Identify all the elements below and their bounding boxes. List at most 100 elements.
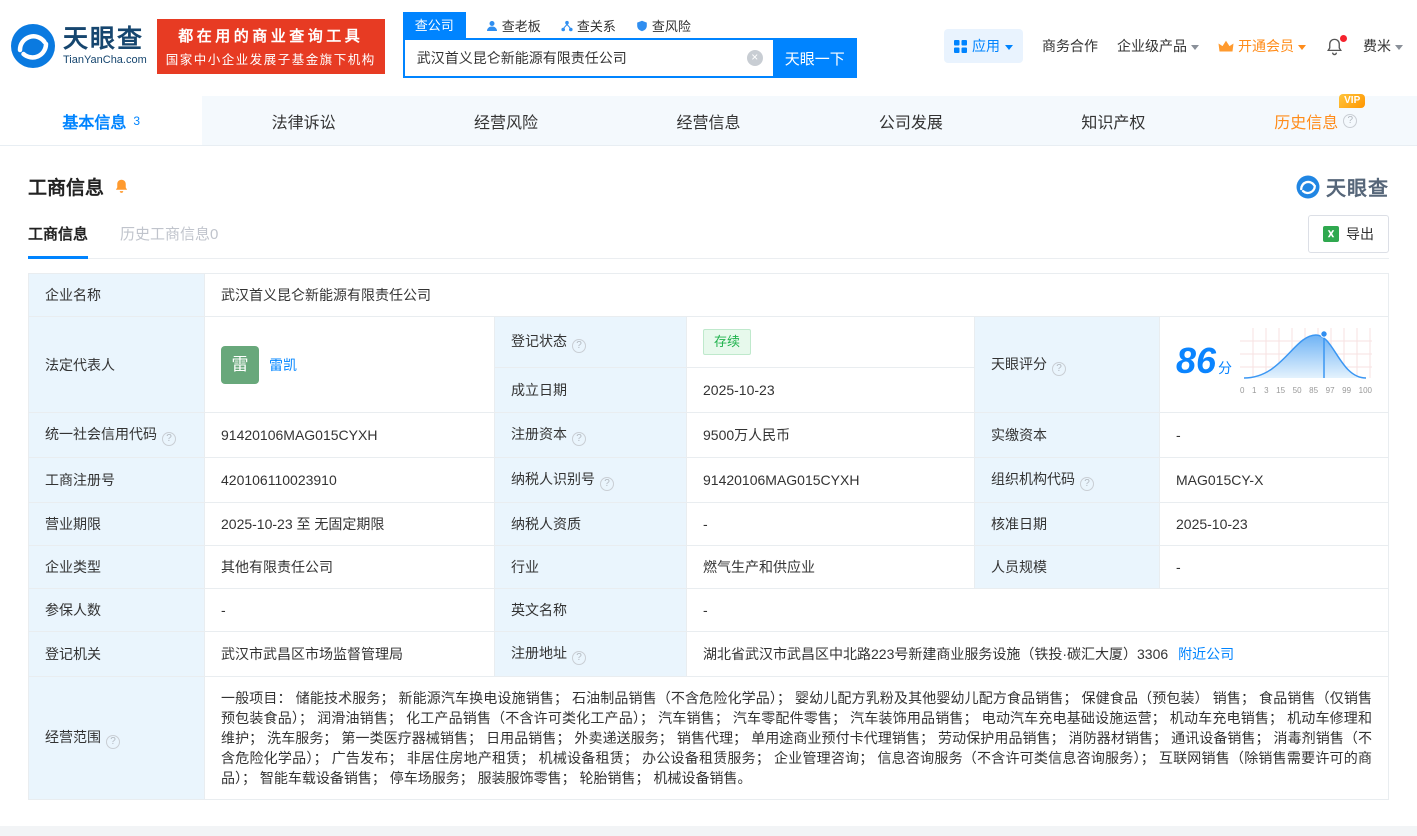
search-tab-risk[interactable]: 查风险 (636, 16, 691, 38)
help-icon[interactable] (600, 477, 614, 491)
tianyancha-mark-icon (1296, 175, 1320, 198)
clear-search-icon[interactable] (746, 50, 763, 66)
crown-icon (1218, 40, 1234, 51)
link-business-cooperation[interactable]: 商务合作 (1042, 36, 1098, 56)
logo-subtitle: TianYanCha.com (63, 53, 147, 66)
chevron-down-icon (1005, 44, 1013, 50)
grid-icon (954, 39, 967, 53)
value-insured-count: - (204, 588, 495, 632)
table-row: 参保人数 - 英文名称 - (28, 588, 1389, 632)
label-credit-code: 统一社会信用代码 (28, 412, 205, 458)
help-icon[interactable] (162, 432, 176, 446)
help-icon[interactable] (1343, 113, 1358, 128)
label-english-name: 英文名称 (494, 588, 687, 632)
nearby-companies-link[interactable]: 附近公司 (1178, 646, 1234, 662)
subtab-business-info[interactable]: 工商信息 (28, 209, 89, 259)
tianyancha-logo[interactable]: 天眼查 TianYanCha.com (10, 23, 147, 69)
table-row: 法定代表人 雷 雷凯 登记状态 存续 天眼评分 86分 (28, 315, 1389, 413)
label-staff-size: 人员规模 (974, 545, 1160, 589)
value-business-term: 2025-10-23 至 无固定期限 (204, 502, 495, 546)
notification-dot (1340, 34, 1347, 42)
help-icon[interactable] (572, 339, 586, 354)
notifications-bell-icon[interactable] (1325, 34, 1347, 56)
legal-rep-link[interactable]: 雷凯 (269, 355, 297, 375)
value-org-code: MAG015CY-X (1159, 457, 1389, 503)
search-tab-boss[interactable]: 查老板 (486, 16, 541, 38)
username: 费米 (1363, 38, 1391, 54)
network-icon (561, 20, 573, 31)
subtab-history-business-info[interactable]: 历史工商信息0 (120, 209, 218, 258)
tab-history-info[interactable]: 历史信息 VIP (1215, 93, 1417, 145)
page-title: 工商信息 (28, 178, 105, 199)
avatar: 雷 (221, 345, 259, 384)
label-reg-capital: 注册资本 (494, 412, 687, 458)
chevron-down-icon (1395, 44, 1403, 50)
label-score: 天眼评分 (974, 316, 1160, 413)
value-business-scope: 一般项目： 储能技术服务； 新能源汽车换电设施销售； 石油制品销售（不含危险化学… (204, 676, 1389, 800)
score-chart: 0 1 3 15 50 85 97 99 100 (1240, 328, 1372, 401)
subtab-row: 工商信息 历史工商信息0 导出 (28, 209, 1389, 259)
value-industry: 燃气生产和供应业 (686, 545, 975, 589)
value-company-type: 其他有限责任公司 (204, 545, 495, 589)
tab-intellectual-property[interactable]: 知识产权 (1012, 96, 1214, 145)
label-org-code: 组织机构代码 (974, 457, 1160, 503)
label-company-type: 企业类型 (28, 545, 205, 589)
label-taxpayer-id: 纳税人识别号 (494, 457, 687, 503)
section-header: 工商信息 天眼查 (28, 172, 1389, 201)
vip-badge: VIP (1339, 93, 1366, 108)
score-unit: 分 (1218, 360, 1233, 376)
search-tab-relation[interactable]: 查关系 (561, 16, 616, 38)
apps-button[interactable]: 应用 (944, 29, 1023, 63)
value-taxpayer-id: 91420106MAG015CYXH (686, 457, 975, 503)
subscribe-bell-icon[interactable] (113, 178, 130, 195)
label-establish-date: 成立日期 (494, 367, 687, 413)
score-number: 86 (1176, 340, 1217, 381)
tab-count-badge: 3 (133, 113, 141, 128)
table-row: 统一社会信用代码 91420106MAG015CYXH 注册资本 9500万人民… (28, 412, 1389, 458)
table-row: 登记机关 武汉市武昌区市场监督管理局 注册地址 湖北省武汉市武昌区中北路223号… (28, 631, 1389, 677)
search-input[interactable] (402, 38, 773, 78)
help-icon[interactable] (572, 651, 586, 665)
excel-icon (1323, 225, 1339, 242)
help-icon[interactable] (1052, 361, 1066, 376)
table-row: 企业类型 其他有限责任公司 行业 燃气生产和供应业 人员规模 - (28, 545, 1389, 589)
tab-operation-info[interactable]: 经营信息 (607, 96, 809, 145)
tab-basic-info[interactable]: 基本信息 3 (0, 96, 203, 145)
promo-banner-line1: 都在用的商业查询工具 (178, 27, 364, 45)
tab-operation-risk[interactable]: 经营风险 (405, 96, 607, 145)
help-icon[interactable] (572, 432, 586, 446)
label-paid-capital: 实缴资本 (974, 412, 1160, 458)
value-credit-code: 91420106MAG015CYXH (204, 412, 495, 458)
promo-banner-line2: 国家中小企业发展子基金旗下机构 (165, 52, 376, 67)
link-enterprise-products[interactable]: 企业级产品 (1117, 36, 1199, 56)
status-badge: 存续 (703, 329, 752, 356)
value-company-name: 武汉首义昆仑新能源有限责任公司 (204, 273, 1389, 317)
chevron-down-icon (1298, 44, 1306, 50)
label-reg-address: 注册地址 (494, 631, 687, 677)
top-header: 天眼查 TianYanCha.com 都在用的商业查询工具 国家中小企业发展子基… (0, 0, 1417, 88)
user-menu[interactable]: 费米 (1363, 36, 1403, 56)
label-taxpayer-quality: 纳税人资质 (494, 502, 687, 546)
help-icon[interactable] (1080, 477, 1094, 491)
value-english-name: - (686, 588, 1389, 632)
label-business-scope: 经营范围 (28, 676, 205, 800)
tab-legal-proceedings[interactable]: 法律诉讼 (202, 96, 404, 145)
person-icon (486, 20, 497, 31)
help-icon[interactable] (106, 735, 120, 749)
tab-company-development[interactable]: 公司发展 (810, 96, 1012, 145)
business-info-table: 企业名称 武汉首义昆仑新能源有限责任公司 法定代表人 雷 雷凯 登记状态 存续 … (28, 273, 1389, 800)
export-button[interactable]: 导出 (1308, 214, 1389, 253)
promo-banner[interactable]: 都在用的商业查询工具 国家中小企业发展子基金旗下机构 (156, 18, 385, 74)
label-legal-rep: 法定代表人 (28, 316, 205, 413)
value-reg-address: 湖北省武汉市武昌区中北路223号新建商业服务设施（铁投·碳汇大厦）3306 附近公… (686, 631, 1389, 677)
link-open-vip[interactable]: 开通会员 (1218, 36, 1306, 56)
label-industry: 行业 (494, 545, 687, 589)
brand-watermark: 天眼查 (1296, 172, 1389, 201)
label-reg-status: 登记状态 (494, 315, 687, 369)
search-tab-company[interactable]: 查公司 (402, 12, 466, 38)
table-row: 经营范围 一般项目： 储能技术服务； 新能源汽车换电设施销售； 石油制品销售（不… (28, 676, 1389, 800)
label-company-name: 企业名称 (28, 273, 205, 317)
value-establish-date: 2025-10-23 (686, 367, 975, 413)
table-row: 工商注册号 420106110023910 纳税人识别号 91420106MAG… (28, 457, 1389, 503)
search-button[interactable]: 天眼一下 (772, 38, 857, 78)
